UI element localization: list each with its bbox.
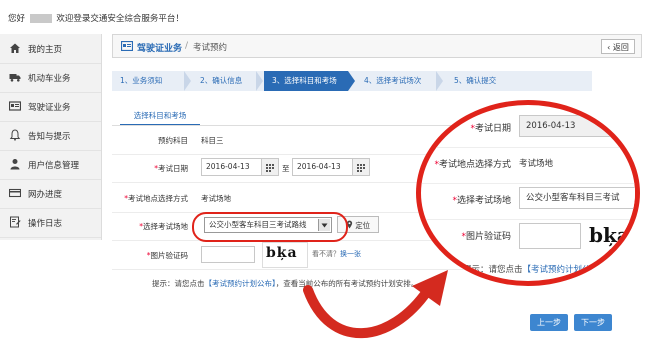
log-icon [10,216,21,228]
zoom-row-site: *选择考试场地 公交小型客车科目三考试 [421,183,635,220]
back-label: 返回 [612,43,629,52]
sidebar-item-vehicle[interactable]: 机动车业务 [0,63,101,93]
hint-prefix: 提示：请您点击 [152,279,205,288]
step-label: 2、确认信息 [200,76,243,85]
home-icon [10,43,20,53]
sidebar-item-license[interactable]: 驾驶证业务 [0,92,101,122]
card-icon [9,188,21,198]
zoom-captcha-text: bķa [589,223,630,247]
sidebar-item-label: 机动车业务 [28,74,71,84]
bell-icon [9,129,21,141]
annotation-arrow [303,270,448,339]
step-label: 1、业务须知 [120,76,163,85]
breadcrumb-current: 考试预约 [193,43,228,53]
zoom-captcha-input [519,223,581,249]
date-from-input[interactable]: 2016-04-13 [201,158,279,176]
zoom-date-value: 2016-04-13 [519,115,635,137]
sidebar-item-label: 用户信息管理 [28,161,80,171]
site-mode-label-text: 考试地点选择方式 [128,194,188,203]
calendar-icon[interactable] [261,159,278,175]
step-divider [184,71,191,91]
zoom-captcha-label-text: 图片验证码 [465,232,511,242]
zoom-callout: *考试日期 2016-04-13 *考试地点选择方式 考试场地 *选择考试场地 … [416,100,640,286]
zoom-mode-value: 考试场地 [519,159,554,169]
zoom-site-label: *选择考试场地 [427,193,511,206]
tab-subject-site[interactable]: 选择科目和考场 [120,110,200,126]
zoom-site-label-text: 选择考试场地 [456,196,511,206]
subject-label: 预约科目 [158,136,188,145]
date-range-separator: 至 [282,164,290,173]
captcha-label-text: 图片验证码 [150,251,189,260]
sidebar-item-label: 网办进度 [28,190,63,200]
step-label: 5、确认提交 [454,76,497,85]
greeting: 您好 欢迎登录交通安全综合服务平台！ [8,12,184,24]
prev-button[interactable]: 上一步 [530,314,568,331]
user-icon [10,159,20,170]
step-label: 3、选择科目和考场 [272,76,337,85]
sidebar-item-user[interactable]: 用户信息管理 [0,150,101,180]
truck-icon [9,74,21,82]
step-3: 3、选择科目和考场 [264,71,348,91]
greeting-prefix: 您好 [8,14,26,24]
zoom-captcha-image: bķa [585,221,635,249]
zoom-site-value: 公交小型客车科目三考试 [519,187,635,209]
sidebar-item-home[interactable]: 我的主页 [0,34,101,64]
calendar-icon[interactable] [352,159,369,175]
captcha-label: *图片验证码 [112,250,188,261]
date-label-text: 考试日期 [158,164,188,173]
step-label: 4、选择考试场次 [364,76,422,85]
date-from-value: 2016-04-13 [206,162,250,171]
site-label: *选择考试场地 [112,221,188,232]
zoom-row-captcha: *图片验证码 bķa [421,219,635,255]
captcha-input[interactable] [201,246,255,263]
step-progress: 1、业务须知 2、确认信息 3、选择科目和考场 4、选择考试场次 5、确认提交 [112,71,592,91]
zoom-date-label: *考试日期 [427,121,511,134]
sidebar-item-log[interactable]: 操作日志 [0,208,101,238]
greeting-suffix: 欢迎登录交通安全综合服务平台！ [56,14,184,24]
zoom-hint-prefix: 提示：请您点击 [463,265,523,275]
step-divider [436,71,443,91]
step-1: 1、业务须知 [112,71,184,91]
step-5: 5、确认提交 [446,71,526,91]
next-button[interactable]: 下一步 [574,314,612,331]
page-title: 驾驶证业务 [137,44,183,54]
sidebar: 我的主页 机动车业务 驾驶证业务 告知与提示 用户信息管理 网办进度 操作日志 [0,34,102,240]
sidebar-item-label: 驾驶证业务 [28,103,71,113]
sidebar-item-label: 我的主页 [28,45,63,55]
zoom-hint-link: 【考试预约计划公 [522,265,591,275]
step-divider [348,71,355,91]
step-4: 4、选择考试场次 [356,71,440,91]
step-divider [256,71,263,91]
site-mode-value: 考试场地 [201,194,231,203]
sidebar-item-label: 操作日志 [28,219,63,229]
id-card-icon [121,41,133,51]
id-card-icon [9,101,21,111]
zoom-row-mode: *考试地点选择方式 考试场地 [421,147,635,184]
page-header: 驾驶证业务 / 考试预约 ‹ 返回 [112,34,642,58]
date-to-input[interactable]: 2016-04-13 [292,158,370,176]
subject-value: 科目三 [201,136,224,145]
zoom-mode-label-text: 考试地点选择方式 [438,160,511,170]
locate-label: 定位 [355,221,371,230]
site-mode-label: *考试地点选择方式 [112,193,188,204]
date-label: *考试日期 [112,163,188,174]
top-bar: 您好 欢迎登录交通安全综合服务平台！ [0,0,650,34]
zoom-row-date: *考试日期 2016-04-13 [421,111,635,148]
back-button[interactable]: ‹ 返回 [601,39,635,54]
zoom-captcha-label: *图片验证码 [427,229,511,242]
zoom-mode-label: *考试地点选择方式 [427,157,511,170]
sidebar-item-notice[interactable]: 告知与提示 [0,121,101,151]
breadcrumb-separator: / [185,41,189,51]
zoom-date-label-text: 考试日期 [474,124,511,134]
highlight-ring [192,212,348,242]
step-2: 2、确认信息 [192,71,264,91]
plan-link[interactable]: 【考试预约计划公布】 [205,279,276,288]
sidebar-item-progress[interactable]: 网办进度 [0,179,101,209]
zoom-hint: 提示：请您点击【考试预约计划公 [463,263,591,275]
site-label-text: 选择考试场地 [143,222,188,231]
captcha-text: bķa [266,245,298,261]
sidebar-item-label: 告知与提示 [28,132,71,142]
username-redacted [29,14,52,23]
date-to-value: 2016-04-13 [297,162,341,171]
